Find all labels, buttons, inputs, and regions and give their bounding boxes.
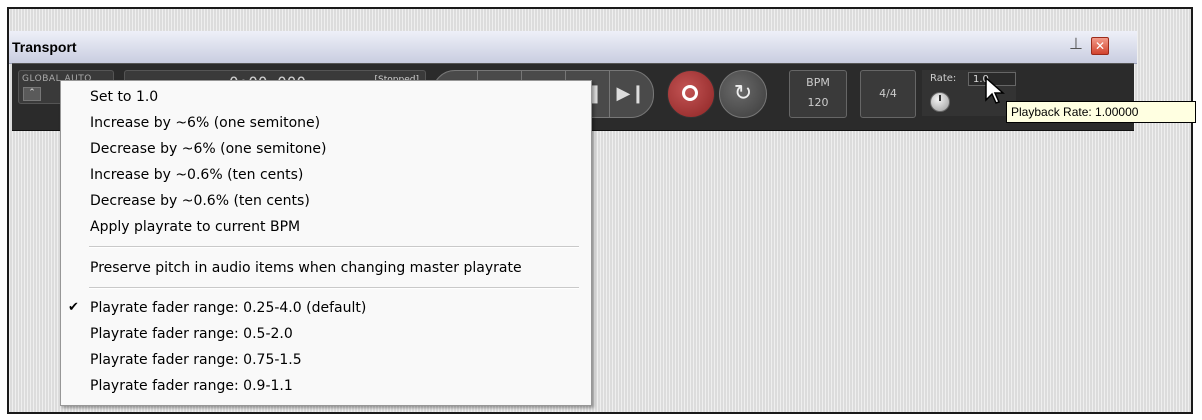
menu-item-label: Decrease by ~0.6% (ten cents): [90, 193, 310, 209]
close-icon[interactable]: ✕: [1091, 37, 1109, 55]
menu-item-label: Increase by ~0.6% (ten cents): [90, 167, 304, 183]
menu-item-label: Preserve pitch in audio items when chang…: [90, 260, 522, 276]
menu-item-set-to-1[interactable]: Set to 1.0: [61, 84, 591, 110]
menu-item-apply-playrate-bpm[interactable]: Apply playrate to current BPM: [61, 214, 591, 240]
bpm-value: 120: [807, 96, 829, 109]
rate-label: Rate:: [930, 73, 957, 84]
menu-separator: [89, 287, 579, 289]
bpm-display[interactable]: BPM 120: [789, 70, 847, 118]
check-icon: ✔: [68, 300, 79, 315]
transport-titlebar[interactable]: Transport ⊥ ✕: [9, 31, 1137, 64]
time-signature[interactable]: 4/4: [860, 70, 916, 118]
menu-item-label: Playrate fader range: 0.9-1.1: [90, 378, 293, 394]
menu-item-label: Playrate fader range: 0.5-2.0: [90, 326, 293, 342]
menu-item-label: Decrease by ~6% (one semitone): [90, 141, 327, 157]
repeat-icon: ↻: [733, 81, 753, 106]
rate-knob[interactable]: [930, 92, 950, 112]
menu-item-label: Playrate fader range: 0.25-4.0 (default): [90, 300, 367, 316]
menu-item-label: Increase by ~6% (one semitone): [90, 115, 321, 131]
menu-item-label: Apply playrate to current BPM: [90, 219, 301, 235]
menu-item-decrease-ten-cents[interactable]: Decrease by ~0.6% (ten cents): [61, 188, 591, 214]
global-auto-button[interactable]: ⌃: [23, 87, 41, 101]
repeat-button[interactable]: ↻: [719, 70, 767, 118]
menu-item-label: Playrate fader range: 0.75-1.5: [90, 352, 302, 368]
record-icon: [682, 85, 698, 101]
menu-item-range-default[interactable]: ✔ Playrate fader range: 0.25-4.0 (defaul…: [61, 295, 591, 321]
menu-item-increase-ten-cents[interactable]: Increase by ~0.6% (ten cents): [61, 162, 591, 188]
window-title: Transport: [12, 39, 77, 55]
menu-item-decrease-semitone[interactable]: Decrease by ~6% (one semitone): [61, 136, 591, 162]
menu-separator: [89, 246, 579, 248]
menu-item-range-0-9-1-1[interactable]: Playrate fader range: 0.9-1.1: [61, 373, 591, 399]
playback-rate-tooltip: Playback Rate: 1.00000: [1006, 101, 1196, 123]
mouse-cursor-icon: [985, 76, 1005, 104]
menu-item-label: Set to 1.0: [90, 89, 159, 105]
pin-icon[interactable]: ⊥: [1067, 35, 1085, 53]
bpm-label: BPM: [806, 76, 830, 89]
go-to-end-button[interactable]: ▶❙: [609, 71, 653, 117]
record-button[interactable]: [667, 70, 715, 118]
menu-item-range-0-5-2-0[interactable]: Playrate fader range: 0.5-2.0: [61, 321, 591, 347]
playrate-context-menu: Set to 1.0 Increase by ~6% (one semitone…: [60, 80, 592, 406]
menu-item-range-0-75-1-5[interactable]: Playrate fader range: 0.75-1.5: [61, 347, 591, 373]
menu-item-preserve-pitch[interactable]: Preserve pitch in audio items when chang…: [61, 255, 591, 281]
menu-item-increase-semitone[interactable]: Increase by ~6% (one semitone): [61, 110, 591, 136]
